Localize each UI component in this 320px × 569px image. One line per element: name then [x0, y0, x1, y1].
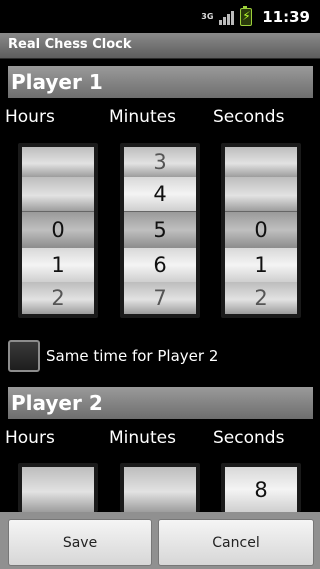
player2-title: Player 2 [11, 391, 103, 415]
picker-value: 4 [124, 177, 196, 211]
picker-selected-value: 0 [225, 211, 297, 249]
player2-seconds-label: Seconds [213, 428, 285, 448]
picker-value: 3 [124, 147, 196, 177]
status-icons: 3G ⚡ 11:39 [201, 0, 320, 33]
player1-title: Player 1 [11, 70, 103, 94]
picker-value: 7 [124, 282, 196, 314]
player2-seconds-picker[interactable]: 8 [221, 463, 301, 512]
player1-header: Player 1 [8, 66, 313, 98]
picker-value: 6 [124, 248, 196, 282]
player2-hours-label: Hours [5, 428, 55, 448]
app-title: Real Chess Clock [8, 37, 132, 52]
picker-value [225, 177, 297, 211]
picker-value: 2 [225, 282, 297, 314]
button-bar: Save Cancel [0, 512, 320, 569]
status-bar: 3G ⚡ 11:39 [0, 0, 320, 33]
player2-hours-picker[interactable] [18, 463, 98, 512]
picker-value [22, 147, 94, 177]
player1-hours-picker[interactable]: 0 1 2 [18, 143, 98, 318]
same-time-option[interactable]: Same time for Player 2 [8, 340, 218, 372]
player2-minutes-picker[interactable] [120, 463, 200, 512]
picker-selected-value: 0 [22, 211, 94, 249]
picker-value [22, 467, 94, 512]
picker-value: 1 [225, 248, 297, 282]
player1-minutes-label: Minutes [109, 107, 176, 127]
app-title-bar: Real Chess Clock [0, 33, 320, 59]
same-time-checkbox-label: Same time for Player 2 [46, 347, 219, 365]
player1-seconds-picker[interactable]: 0 1 2 [221, 143, 301, 318]
same-time-checkbox[interactable] [8, 340, 40, 372]
picker-value [124, 467, 196, 512]
player1-seconds-label: Seconds [213, 107, 285, 127]
picker-value: 2 [22, 282, 94, 314]
player2-minutes-label: Minutes [109, 428, 176, 448]
signal-strength-icon [219, 9, 235, 25]
player1-hours-label: Hours [5, 107, 55, 127]
battery-charging-icon: ⚡ [240, 5, 253, 26]
save-button[interactable]: Save [8, 519, 152, 566]
player2-header: Player 2 [8, 387, 313, 419]
picker-value: 8 [225, 467, 297, 512]
picker-value [22, 177, 94, 211]
network-type-icon: 3G [201, 11, 214, 21]
player1-minutes-picker[interactable]: 3 4 5 6 7 [120, 143, 200, 318]
status-clock: 11:39 [262, 7, 310, 26]
picker-value [225, 147, 297, 177]
picker-value: 1 [22, 248, 94, 282]
picker-selected-value: 5 [124, 211, 196, 249]
cancel-button[interactable]: Cancel [158, 519, 314, 566]
